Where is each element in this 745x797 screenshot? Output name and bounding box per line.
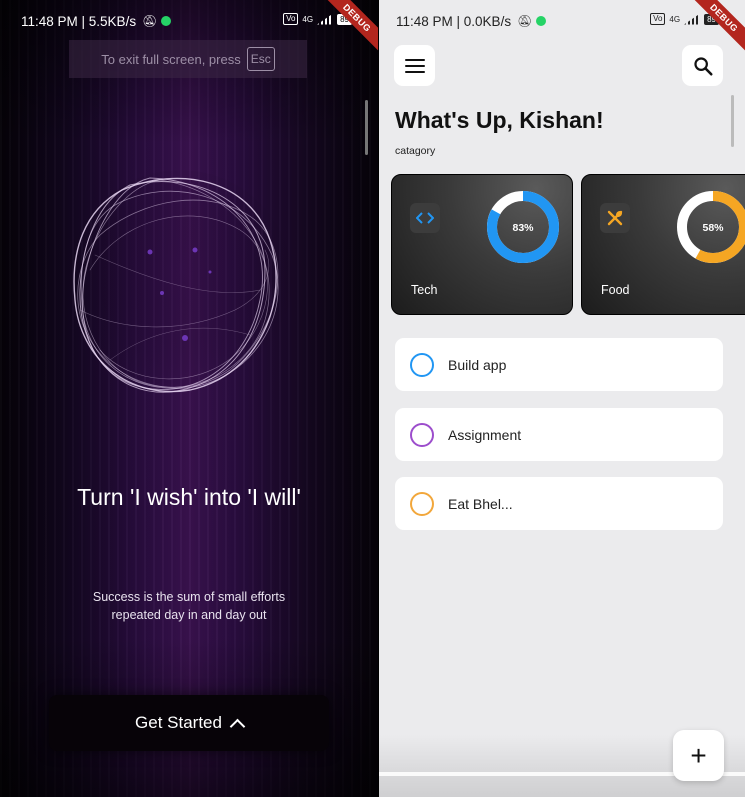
scrollbar-thumb[interactable] <box>365 100 368 155</box>
mute-icon: 🔕︎ <box>517 14 533 28</box>
task-checkbox[interactable] <box>410 422 434 447</box>
volte-icon: Vo <box>650 13 666 25</box>
fullscreen-hint-text: To exit full screen, press <box>101 51 241 67</box>
task-item[interactable]: Eat Bhel... <box>395 477 723 530</box>
add-task-button[interactable]: + <box>673 730 724 781</box>
get-started-button[interactable]: Get Started <box>49 695 329 751</box>
status-bar: 11:48 PM | 0.0KB/s 🔕︎ Vo 4G 89 <box>379 0 745 42</box>
subtitle-line-2: repeated day in and day out <box>111 608 267 622</box>
network-label: 4G <box>302 14 314 24</box>
volte-icon: Vo <box>283 13 299 25</box>
motivational-subtitle: Success is the sum of small efforts repe… <box>0 588 378 624</box>
hamburger-icon <box>404 58 425 73</box>
home-screen: 11:48 PM | 0.0KB/s 🔕︎ Vo 4G 89 DEBUG Wha… <box>379 0 745 797</box>
subtitle-line-1: Success is the sum of small efforts <box>92 590 286 604</box>
chevron-up-icon <box>229 718 246 734</box>
progress-ring: 58% <box>677 191 745 263</box>
search-button[interactable] <box>682 45 723 86</box>
onboarding-screen: 11:48 PM | 5.5KB/s 🔕︎ Vo 4G 89 DEBUG To … <box>0 0 378 797</box>
category-name: Tech <box>411 283 438 297</box>
whatsapp-icon <box>536 16 547 26</box>
esc-key-badge: Esc <box>246 47 275 71</box>
network-label: 4G <box>669 14 681 24</box>
mute-icon: 🔕︎ <box>142 14 158 28</box>
whatsapp-icon <box>161 16 172 26</box>
task-item[interactable]: Assignment <box>395 408 723 461</box>
category-card-tech[interactable]: 83% Tech <box>391 174 573 315</box>
progress-ring: 83% <box>487 191 559 263</box>
category-section-label: catagory <box>395 145 436 157</box>
code-icon <box>410 203 440 233</box>
search-icon <box>693 56 713 76</box>
task-name: Build app <box>448 356 507 373</box>
greeting-title: What's Up, Kishan! <box>395 107 604 133</box>
task-name: Eat Bhel... <box>448 495 513 512</box>
status-bar: 11:48 PM | 5.5KB/s 🔕︎ Vo 4G 89 <box>0 0 378 42</box>
task-name: Assignment <box>448 426 522 443</box>
progress-percent: 83% <box>512 222 534 234</box>
fullscreen-exit-hint: To exit full screen, press Esc <box>69 40 307 78</box>
status-time: 11:48 PM | 0.0KB/s <box>396 13 512 29</box>
screen-stage: 11:48 PM | 5.5KB/s 🔕︎ Vo 4G 89 DEBUG To … <box>0 0 745 797</box>
fork-knife-icon <box>600 203 630 233</box>
menu-button[interactable] <box>394 45 435 86</box>
signal-icon <box>317 13 334 25</box>
task-item[interactable]: Build app <box>395 338 723 391</box>
get-started-label: Get Started <box>135 713 222 732</box>
scrollbar-thumb[interactable] <box>731 95 734 147</box>
progress-percent: 58% <box>702 222 724 234</box>
energy-orb-illustration <box>68 170 292 393</box>
task-checkbox[interactable] <box>410 491 434 516</box>
task-checkbox[interactable] <box>410 352 434 377</box>
category-card-food[interactable]: 58% Food <box>581 174 745 315</box>
signal-icon <box>684 13 701 25</box>
motivational-headline: Turn 'I wish' into 'I will' <box>77 484 301 510</box>
category-name: Food <box>601 283 630 297</box>
status-time: 11:48 PM | 5.5KB/s <box>21 13 137 29</box>
